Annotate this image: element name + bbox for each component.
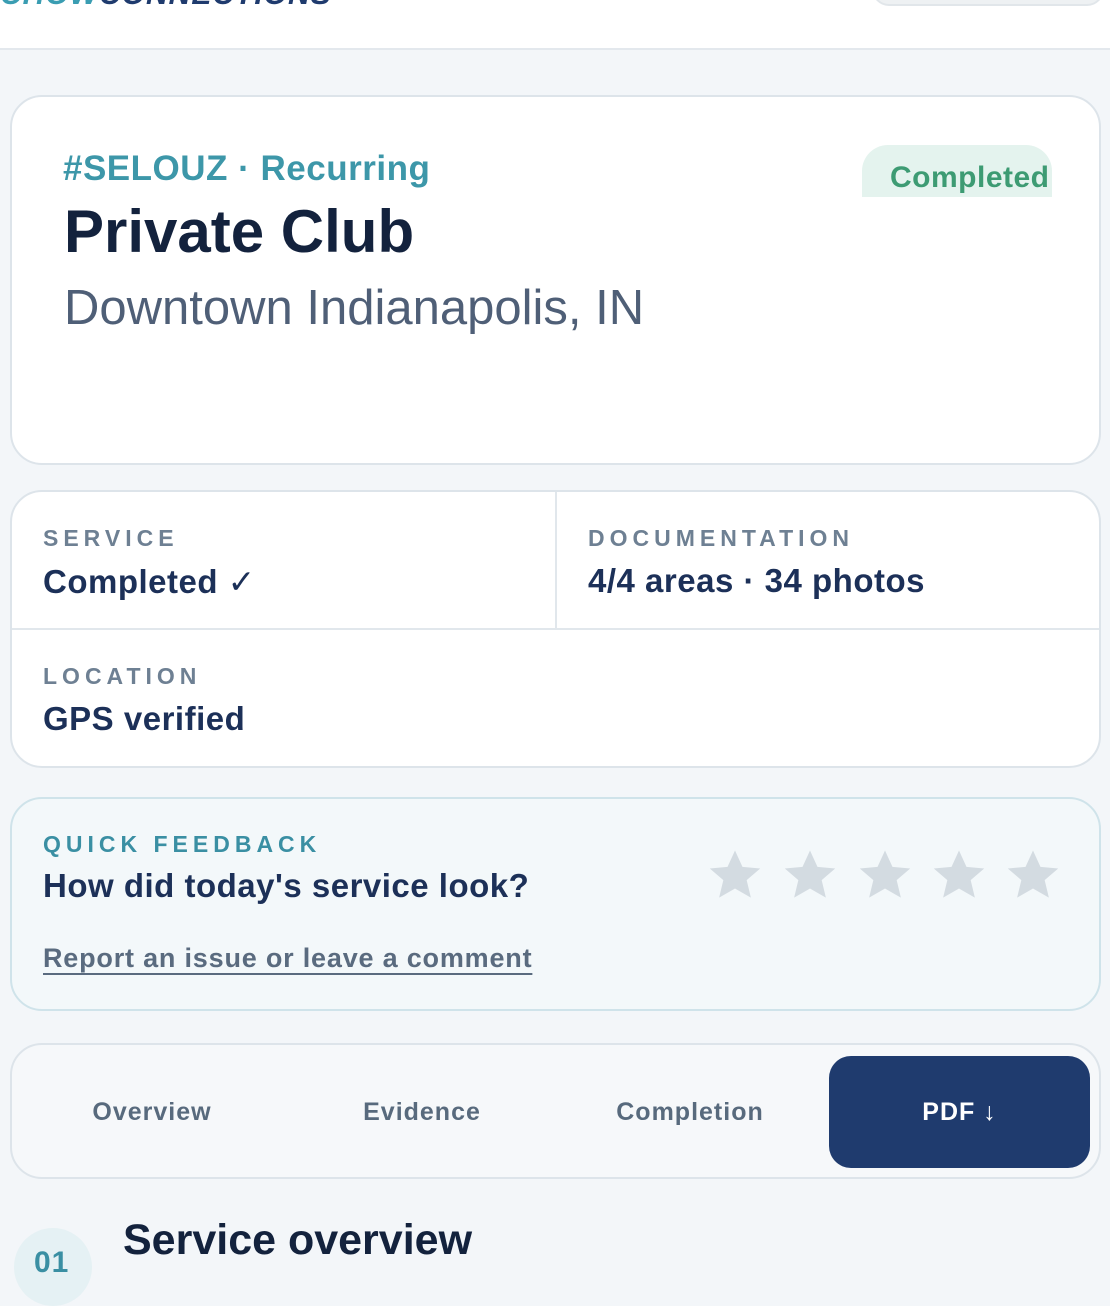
top-bar: CHOWCONNECTIONS — [0, 0, 1110, 50]
documentation-value: 4/4 areas · 34 photos — [588, 562, 925, 599]
section-number-badge: 01 — [14, 1228, 92, 1306]
report-issue-link[interactable]: Report an issue or leave a comment — [43, 943, 532, 974]
service-label: SERVICE — [43, 525, 179, 551]
location-label: LOCATION — [43, 663, 202, 689]
feedback-label: QUICK FEEDBACK — [43, 831, 322, 857]
tab-evidence[interactable]: Evidence — [302, 1056, 542, 1168]
section-number: 01 — [34, 1246, 70, 1279]
star-icon-1[interactable] — [707, 847, 763, 903]
service-value: Completed ✓ — [43, 563, 256, 600]
stats-card: SERVICE Completed ✓ DOCUMENTATION 4/4 ar… — [10, 490, 1101, 768]
star-icon-5[interactable] — [1005, 847, 1061, 903]
brand-logo[interactable]: CHOWCONNECTIONS — [0, 0, 332, 12]
section-title: Service overview — [123, 1216, 473, 1264]
status-badge-label: Completed — [890, 161, 1050, 194]
job-location: Downtown Indianapolis, IN — [64, 281, 645, 335]
status-badge: Completed — [862, 145, 1052, 197]
star-icon-3[interactable] — [857, 847, 913, 903]
star-icon-2[interactable] — [782, 847, 838, 903]
stats-divider-vertical — [555, 492, 557, 630]
section-tabs: Overview Evidence Completion PDF ↓ — [10, 1043, 1101, 1179]
quick-feedback-card: QUICK FEEDBACK How did today's service l… — [10, 797, 1101, 1011]
pdf-download-button[interactable]: PDF ↓ — [829, 1056, 1090, 1168]
header-menu-pill[interactable] — [872, 0, 1104, 6]
star-icon-4[interactable] — [931, 847, 987, 903]
location-value: GPS verified — [43, 700, 246, 737]
feedback-question: How did today's service look? — [43, 867, 530, 904]
stats-divider-horizontal — [12, 628, 1099, 630]
documentation-label: DOCUMENTATION — [588, 525, 855, 551]
tab-completion[interactable]: Completion — [570, 1056, 810, 1168]
job-summary-card: #SELOUZ · Recurring Private Club Downtow… — [10, 95, 1101, 465]
brand-logo-part1: CHOW — [0, 0, 99, 11]
job-reference: #SELOUZ · Recurring — [63, 149, 431, 188]
brand-logo-part2: CONNECTIONS — [99, 0, 332, 11]
tab-overview[interactable]: Overview — [32, 1056, 272, 1168]
job-title: Private Club — [64, 198, 415, 265]
